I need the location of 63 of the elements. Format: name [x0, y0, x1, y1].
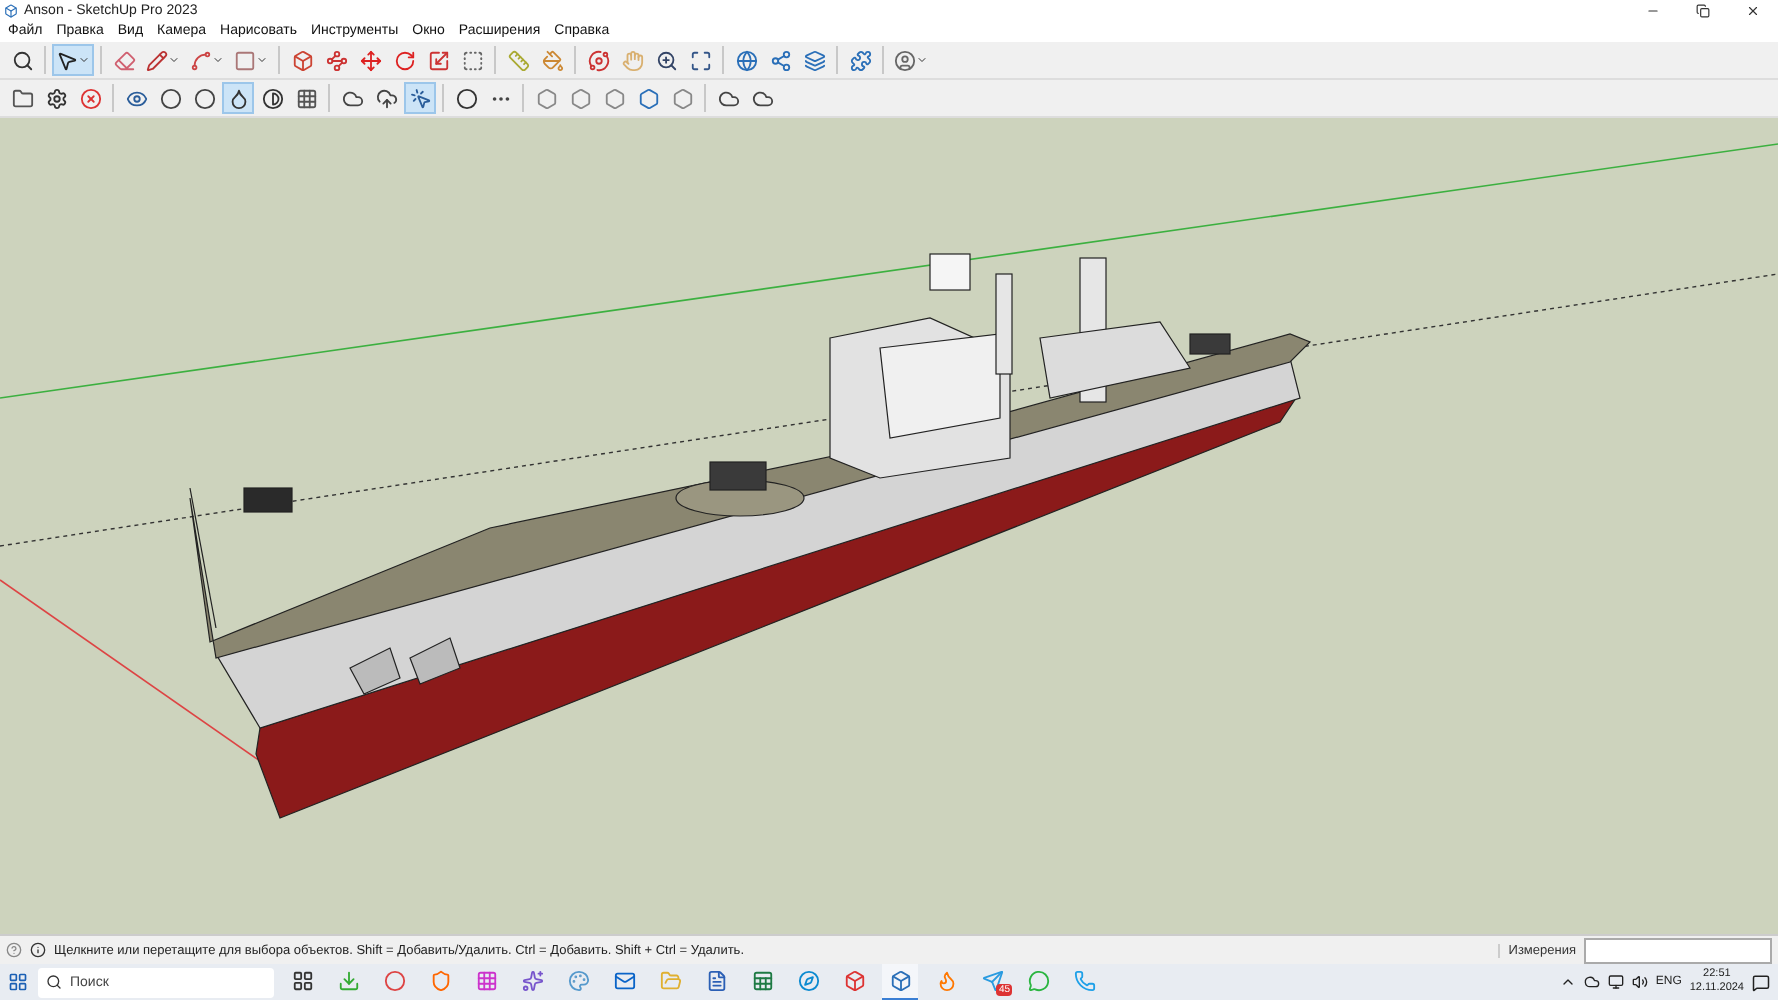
pushpull-icon — [291, 49, 313, 71]
arc-icon — [190, 49, 212, 71]
rectangle-icon — [234, 49, 256, 71]
caret-icon — [256, 54, 268, 66]
followme-icon — [325, 49, 347, 71]
cloud-icon[interactable] — [1583, 974, 1600, 990]
app-logo-icon — [4, 3, 18, 17]
close-icon — [1745, 3, 1759, 17]
zoom-icon — [11, 49, 33, 71]
scale-icon — [427, 49, 449, 71]
move-icon — [359, 49, 381, 71]
speaker-icon[interactable] — [1631, 974, 1648, 990]
pattern-icon — [295, 87, 317, 109]
cloud-icon — [751, 87, 773, 109]
cancel-icon — [79, 87, 101, 109]
extension-icon — [849, 49, 871, 71]
cursor-icon — [409, 87, 431, 109]
toolbar-button[interactable] — [222, 82, 254, 114]
dot-icon — [455, 87, 477, 109]
measurements-field[interactable] — [1584, 937, 1772, 963]
hex-icon — [603, 87, 625, 109]
magnify-icon — [655, 49, 677, 71]
layers-icon — [803, 49, 825, 71]
pan-icon — [621, 49, 643, 71]
restore-icon — [1695, 3, 1709, 17]
taskview-icon — [291, 969, 313, 991]
select-icon — [56, 49, 78, 71]
orbit-icon — [587, 49, 609, 71]
notifications-icon[interactable] — [1752, 973, 1770, 991]
start-icon[interactable] — [8, 972, 28, 992]
caret-icon — [916, 54, 928, 66]
eye-icon — [125, 87, 147, 109]
folder-icon — [11, 87, 33, 109]
pencil-icon — [146, 49, 168, 71]
cloud-icon — [717, 87, 739, 109]
hex-icon — [671, 87, 693, 109]
warehouse-icon — [735, 49, 757, 71]
monitor-icon[interactable] — [1607, 974, 1624, 990]
upload-icon — [375, 87, 397, 109]
help-icon[interactable] — [6, 942, 22, 958]
hex-icon — [569, 87, 591, 109]
extents-icon — [689, 49, 711, 71]
toolbar-button[interactable] — [52, 44, 94, 76]
contrast-icon — [261, 87, 283, 109]
offset-icon — [461, 49, 483, 71]
search-icon — [46, 974, 62, 990]
info-icon[interactable] — [30, 942, 46, 958]
hex-icon — [535, 87, 557, 109]
caret-icon — [168, 54, 180, 66]
drop-icon — [227, 87, 249, 109]
tape-icon — [507, 49, 529, 71]
caret-icon — [212, 54, 224, 66]
taskbar-app[interactable] — [882, 963, 918, 1000]
chevron-up-icon[interactable] — [1559, 974, 1576, 990]
share-icon — [769, 49, 791, 71]
profile-icon — [894, 49, 916, 71]
gear-icon — [45, 87, 67, 109]
caret-icon — [78, 54, 90, 66]
rotate-icon — [393, 49, 415, 71]
eraser-icon — [113, 49, 135, 71]
3d-viewport[interactable] — [0, 118, 1778, 934]
cloud-icon — [341, 87, 363, 109]
hexfill-icon — [637, 87, 659, 109]
